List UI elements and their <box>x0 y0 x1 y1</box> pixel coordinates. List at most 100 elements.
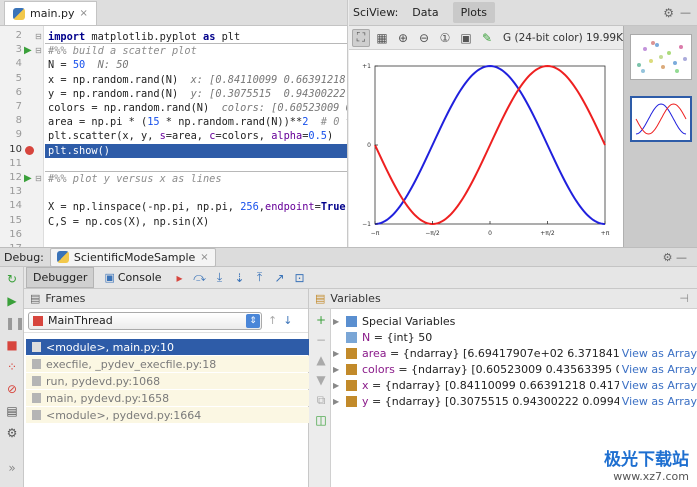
frame-item[interactable]: <module>, pydevd.py:1664 <box>26 407 309 423</box>
fold-icon[interactable]: ⊟ <box>35 46 42 55</box>
view-as-array-link[interactable]: View as Array <box>618 346 697 360</box>
view-as-array-link[interactable]: View as Array <box>618 378 697 392</box>
code-line[interactable]: colors = np.random.rand(N) colors: [0.60… <box>48 101 347 115</box>
variable-row[interactable]: ▶ colors = {ndarray} [0.60523009 0.435633… <box>333 361 697 377</box>
stop-icon[interactable]: ■ <box>5 338 19 352</box>
move-down-icon[interactable]: ▼ <box>314 373 328 387</box>
tab-data[interactable]: Data <box>404 2 446 23</box>
close-icon[interactable]: × <box>200 252 208 263</box>
line-number: 13 <box>9 186 22 198</box>
step-over-icon[interactable]: ⤼ <box>192 270 208 286</box>
move-up-icon[interactable]: ▲ <box>314 353 328 367</box>
thumbnail-scatter[interactable] <box>630 34 692 80</box>
code-line[interactable]: x = np.random.rand(N) x: [0.84110099 0.6… <box>48 73 347 87</box>
color-picker-icon[interactable]: ✎ <box>478 29 496 47</box>
new-watch-icon[interactable]: + <box>314 313 328 327</box>
copy-icon[interactable]: ⧉ <box>314 393 328 407</box>
run-to-cursor-icon[interactable]: ↗ <box>272 270 288 286</box>
gear-icon[interactable]: ⚙ — <box>663 251 687 264</box>
view-as-array-link[interactable]: View as Array <box>618 362 697 376</box>
show-execution-point-icon[interactable]: ▸ <box>172 270 188 286</box>
watermark-brand: 极光下载站 <box>604 450 689 470</box>
step-out-icon[interactable]: ⤒ <box>252 270 268 286</box>
fold-icon[interactable]: ⊟ <box>35 174 42 183</box>
actual-size-icon[interactable]: ① <box>436 29 454 47</box>
breakpoint-icon[interactable] <box>25 145 34 155</box>
plot-view[interactable]: −π −π/2 0 +π/2 +π −1 0 +1 <box>349 50 623 247</box>
frame-item[interactable]: <module>, main.py:10 <box>26 339 309 355</box>
code-line[interactable]: C,S = np.cos(X), np.sin(X) <box>48 215 209 229</box>
debug-session-tab[interactable]: ScientificModeSample × <box>49 247 216 267</box>
variable-row[interactable]: ▶ Special Variables <box>333 313 697 329</box>
x-tick-label: +π <box>601 230 610 237</box>
fit-window-icon[interactable]: ⛶ <box>352 28 370 47</box>
code-line[interactable]: plt.show() <box>45 143 347 158</box>
evaluate-expression-icon[interactable]: ⊡ <box>292 270 308 286</box>
minimize-icon[interactable]: — <box>680 6 691 19</box>
code-line[interactable]: #%% build a scatter plot <box>48 44 197 58</box>
expand-icon[interactable]: ▶ <box>333 381 341 390</box>
expand-icon[interactable]: ▶ <box>333 317 341 326</box>
thread-dropdown[interactable]: MainThread ⇕ <box>28 311 262 330</box>
editor-tab-main-py[interactable]: main.py × <box>4 1 97 25</box>
frames-icon: ▤ <box>30 292 41 305</box>
variable-row[interactable]: ▶ x = {ndarray} [0.84110099 0.66391218 0.… <box>333 377 697 393</box>
step-into-my-code-icon[interactable]: ⇣ <box>232 270 248 286</box>
code-line[interactable]: X = np.linspace(-np.pi, np.pi, 256,endpo… <box>48 200 347 214</box>
fit-zoom-icon[interactable]: ▣ <box>457 29 475 47</box>
grid-icon[interactable]: ▦ <box>373 29 391 47</box>
view-breakpoints-icon[interactable]: ⁘ <box>5 360 19 374</box>
frame-item[interactable]: main, pydevd.py:1658 <box>26 390 309 406</box>
plot-thumbnails <box>623 26 697 247</box>
more-icon[interactable]: » <box>5 461 19 475</box>
expand-icon[interactable]: ▶ <box>333 349 341 358</box>
frame-item[interactable]: run, pydevd.py:1068 <box>26 373 309 389</box>
fold-icon[interactable]: ⊟ <box>35 32 42 41</box>
expand-icon[interactable]: ▶ <box>333 397 341 406</box>
x-tick-label: −π <box>371 230 380 237</box>
down-arrow-icon[interactable]: ↓ <box>283 314 292 327</box>
variable-row[interactable]: ▶ area = {ndarray} [6.69417907e+02 6.3718… <box>333 345 697 361</box>
code-area[interactable]: import matplotlib.pyplot as plt #%% build… <box>45 26 347 247</box>
mute-breakpoints-icon[interactable]: ⊘ <box>5 382 19 396</box>
tab-debugger[interactable]: Debugger <box>26 267 95 288</box>
zoom-in-icon[interactable]: ⊕ <box>394 29 412 47</box>
code-line[interactable]: y = np.random.rand(N) y: [0.3075515 0.94… <box>48 87 347 101</box>
resume-icon[interactable]: ▶ <box>5 294 19 308</box>
code-line[interactable]: plt.scatter(x, y, s=area, c=colors, alph… <box>48 129 333 143</box>
editor-tab-bar: main.py × <box>0 0 347 26</box>
python-run-icon <box>56 251 69 263</box>
pin-icon[interactable]: ⊣ <box>679 292 689 305</box>
close-icon[interactable]: × <box>79 8 87 19</box>
zoom-out-icon[interactable]: ⊖ <box>415 29 433 47</box>
debug-actions-strip: ↻ ▶ ❚❚ ■ ⁘ ⊘ ▤ ⚙ » <box>0 267 25 487</box>
variable-row[interactable]: ▶ y = {ndarray} [0.3075515 0.94300222 0.0… <box>333 393 697 409</box>
variable-row[interactable]: N = {int} 50 <box>333 329 697 345</box>
run-cell-icon[interactable]: ▶ <box>24 173 32 184</box>
step-into-icon[interactable]: ⤓ <box>212 270 228 286</box>
y-tick-label: +1 <box>362 63 371 70</box>
settings-icon[interactable]: ⚙ <box>5 426 19 440</box>
up-arrow-icon[interactable]: ↑ <box>268 314 277 327</box>
frame-icon <box>32 376 41 386</box>
code-line[interactable]: area = np.pi * (15 * np.random.rand(N))*… <box>48 115 347 129</box>
variables-title: Variables <box>330 292 381 305</box>
line-number: 7 <box>15 101 22 112</box>
tab-console[interactable]: ▣ Console <box>98 268 167 287</box>
rerun-icon[interactable]: ↻ <box>5 272 19 286</box>
expand-icon[interactable]: ▶ <box>333 365 341 374</box>
gear-icon[interactable]: ⚙ <box>663 6 674 20</box>
restore-layout-icon[interactable]: ▤ <box>5 404 19 418</box>
code-line[interactable]: #%% plot y versus x as lines <box>48 172 222 186</box>
view-as-array-link[interactable]: View as Array <box>618 394 697 408</box>
frame-item[interactable]: execfile, _pydev_execfile.py:18 <box>26 356 309 372</box>
tab-plots[interactable]: Plots <box>452 2 496 23</box>
thumbnail-lines[interactable] <box>630 96 692 142</box>
run-cell-icon[interactable]: ▶ <box>24 45 32 56</box>
code-line[interactable]: N = 50 N: 50 <box>48 58 129 72</box>
remove-watch-icon[interactable]: − <box>314 333 328 347</box>
pause-icon[interactable]: ❚❚ <box>5 316 25 330</box>
code-line[interactable]: import matplotlib.pyplot as plt <box>48 30 240 44</box>
line-number: 3 <box>15 44 22 56</box>
watches-icon[interactable]: ◫ <box>314 413 328 427</box>
